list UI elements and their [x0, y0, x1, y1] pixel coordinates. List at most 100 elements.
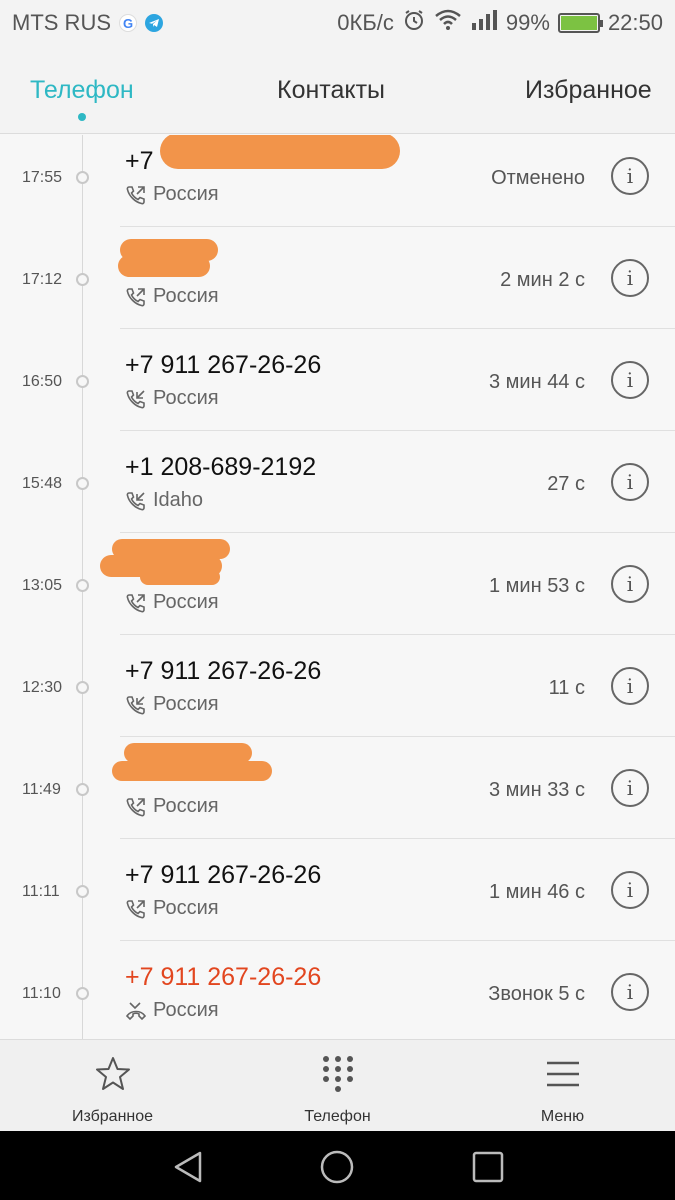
network-speed: 0КБ/с	[337, 10, 394, 35]
call-number: +7 911 267-26-26	[125, 351, 322, 379]
call-location-line: Россия	[125, 795, 219, 818]
call-location: Россия	[153, 897, 219, 919]
back-icon[interactable]	[170, 1149, 206, 1190]
outgoing-call-icon	[125, 898, 147, 920]
dialpad-icon	[321, 1054, 355, 1094]
tab-phone[interactable]: Телефон	[30, 76, 134, 105]
call-time: 11:49	[22, 781, 61, 798]
call-time: 17:12	[22, 271, 63, 288]
call-number: +7 911 267-26-26	[125, 861, 322, 889]
battery-icon	[557, 13, 603, 33]
call-time: 12:30	[22, 679, 63, 696]
timeline-dot	[76, 273, 89, 286]
timeline-dot	[76, 477, 89, 490]
call-row[interactable]: 16:50 +7 911 267-26-26 Россия 3 мин 44 с i	[0, 329, 675, 431]
call-number: +7	[125, 147, 154, 175]
info-icon[interactable]: i	[611, 565, 649, 603]
redaction-mark	[160, 135, 400, 169]
timeline-dot	[76, 171, 89, 184]
call-row[interactable]: 13:05 Россия 1 мин 53 с i	[0, 533, 675, 635]
alarm-icon	[402, 8, 426, 38]
call-log-list[interactable]: 17:55 +7 Россия Отменено i 17:12 Россия 2 мин 2…	[0, 135, 675, 1039]
call-row[interactable]: 11:49 Россия 3 мин 33 с i	[0, 737, 675, 839]
info-icon[interactable]: i	[611, 463, 649, 501]
info-icon[interactable]: i	[611, 769, 649, 807]
timeline-dot	[76, 987, 89, 1000]
call-row[interactable]: 17:12 Россия 2 мин 2 с i	[0, 227, 675, 329]
call-location-line: Россия	[125, 999, 219, 1022]
call-number: +1 208-689-2192	[125, 453, 317, 481]
nav-menu-label: Меню	[540, 1108, 585, 1125]
outgoing-call-icon	[125, 592, 147, 614]
call-location: Россия	[153, 999, 219, 1021]
wifi-icon	[434, 9, 462, 37]
call-duration: 11 с	[548, 677, 585, 699]
call-row[interactable]: 15:48 +1 208-689-2192 Idaho 27 с i	[0, 431, 675, 533]
nav-phone-label: Телефон	[304, 1108, 371, 1125]
call-duration: 27 с	[547, 473, 585, 495]
info-icon[interactable]: i	[611, 973, 649, 1011]
nav-favorites[interactable]: Избранное	[0, 1040, 225, 1132]
call-location-line: Idaho	[125, 489, 203, 512]
call-row[interactable]: 17:55 +7 Россия Отменено i	[0, 135, 675, 227]
info-icon[interactable]: i	[611, 667, 649, 705]
status-bar: MTS RUS G 0КБ/с 99% 22:50	[0, 0, 675, 46]
clock: 22:50	[607, 10, 663, 35]
timeline-dot	[76, 681, 89, 694]
call-duration: Звонок 5 с	[488, 983, 585, 1005]
tab-favorites[interactable]: Избранное	[525, 76, 652, 105]
call-location-line: Россия	[125, 897, 219, 920]
info-icon[interactable]: i	[611, 361, 649, 399]
timeline-dot	[76, 885, 89, 898]
google-icon: G	[119, 14, 137, 32]
call-location: Россия	[153, 591, 219, 613]
call-location-line: Россия	[125, 285, 219, 308]
menu-icon	[545, 1054, 581, 1094]
call-time: 13:05	[22, 577, 63, 594]
telegram-icon	[145, 14, 163, 32]
call-time: 16:50	[22, 373, 63, 390]
call-row[interactable]: 11:11 +7 911 267-26-26 Россия 1 мин 46 с i	[0, 839, 675, 941]
call-time: 11:10	[22, 985, 61, 1002]
call-time: 17:55	[22, 169, 63, 186]
call-duration: 1 мин 53 с	[488, 575, 585, 597]
call-duration: 1 мин 46 с	[488, 881, 585, 903]
system-navigation-bar	[0, 1131, 675, 1200]
info-icon[interactable]: i	[611, 157, 649, 195]
tab-bar: Телефон Контакты Избранное	[0, 46, 675, 134]
outgoing-call-icon	[125, 286, 147, 308]
call-location: Idaho	[153, 489, 204, 511]
call-number: +7 911 267-26-26	[125, 963, 322, 991]
call-location: Россия	[153, 285, 219, 307]
bottom-navigation: Избранное Телефон Меню	[0, 1039, 675, 1131]
info-icon[interactable]: i	[611, 871, 649, 909]
nav-phone[interactable]: Телефон	[225, 1040, 450, 1132]
active-tab-indicator	[78, 113, 86, 121]
incoming-call-icon	[125, 694, 147, 716]
home-icon[interactable]	[319, 1149, 355, 1190]
call-location: Россия	[153, 693, 219, 715]
call-row[interactable]: 11:10 +7 911 267-26-26 Россия Звонок 5 с i	[0, 941, 675, 1039]
redaction-mark	[118, 255, 210, 277]
nav-favorites-label: Избранное	[71, 1108, 154, 1125]
call-number: +7 911 267-26-26	[125, 657, 322, 685]
redaction-mark	[140, 569, 220, 585]
outgoing-call-icon	[125, 796, 147, 818]
timeline-dot	[76, 375, 89, 388]
tab-contacts[interactable]: Контакты	[277, 76, 385, 105]
nav-menu[interactable]: Меню	[450, 1040, 675, 1132]
missed-call-icon	[125, 1000, 147, 1022]
timeline-dot	[76, 579, 89, 592]
call-time: 15:48	[22, 475, 63, 492]
call-location: Россия	[153, 183, 219, 205]
call-location: Россия	[153, 795, 219, 817]
redaction-mark	[112, 761, 272, 781]
star-icon	[94, 1054, 132, 1094]
signal-icon	[470, 9, 498, 37]
call-time: 11:11	[22, 883, 60, 900]
timeline-dot	[76, 783, 89, 796]
call-row[interactable]: 12:30 +7 911 267-26-26 Россия 11 с i	[0, 635, 675, 737]
call-duration: Отменено	[491, 167, 585, 189]
recents-icon[interactable]	[470, 1149, 506, 1190]
info-icon[interactable]: i	[611, 259, 649, 297]
